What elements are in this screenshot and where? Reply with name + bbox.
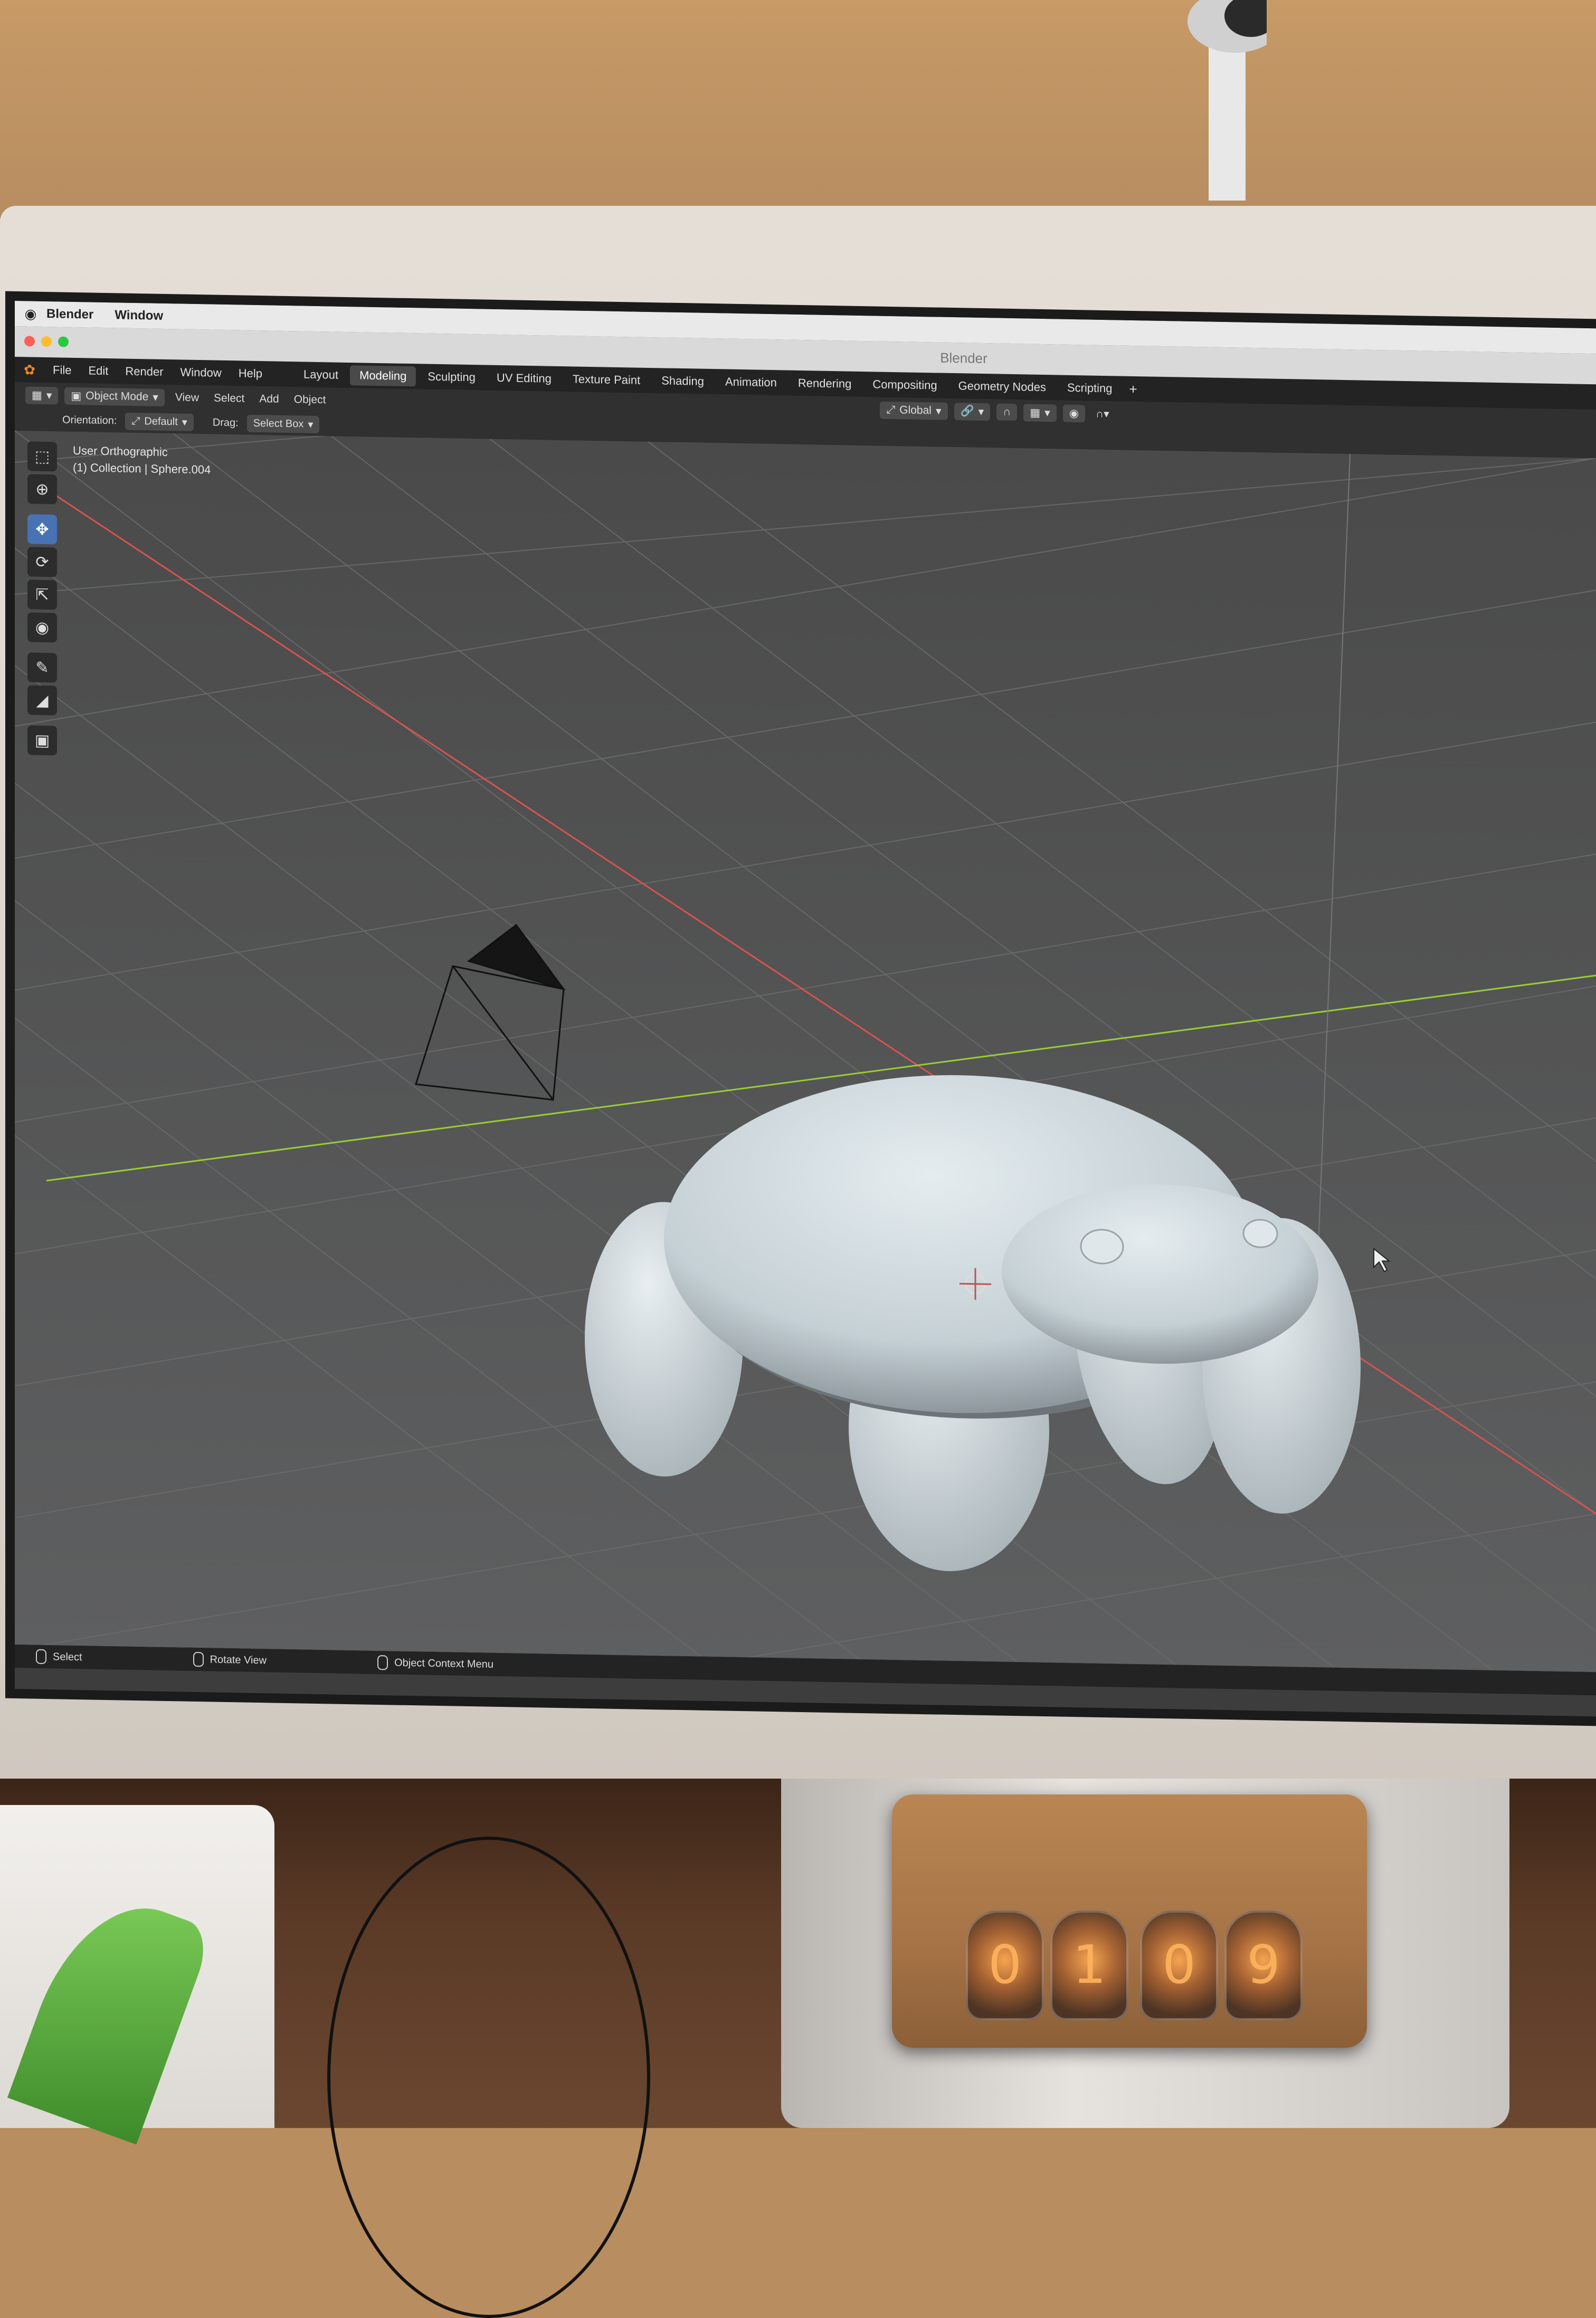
falloff-icon[interactable]: ∩▾ <box>1088 407 1117 421</box>
chevron-down-icon: ▾ <box>182 416 187 429</box>
transform-orientation-dropdown[interactable]: ⤢ Global ▾ <box>880 401 948 420</box>
chevron-down-icon: ▾ <box>153 391 158 404</box>
nixie-tube: 9 <box>1224 1911 1303 2020</box>
menu-view[interactable]: View <box>168 391 206 404</box>
tab-geometry-nodes[interactable]: Geometry Nodes <box>949 376 1056 398</box>
add-cube-tool-icon[interactable]: ▣ <box>27 725 57 756</box>
mouse-left-icon <box>36 1649 46 1665</box>
orientation-axes-icon: ⤢ <box>886 403 896 416</box>
object-mode-icon: ▣ <box>71 390 82 402</box>
link-icon: 🔗 <box>960 405 974 417</box>
tab-shading[interactable]: Shading <box>652 370 714 392</box>
magnet-icon: ∩ <box>1003 405 1011 418</box>
editor-type-icon: ▦ <box>32 389 42 402</box>
tab-rendering[interactable]: Rendering <box>788 373 861 394</box>
select-box-tool-icon[interactable]: ⬚ <box>27 441 57 472</box>
editor-type-dropdown[interactable]: ▦ ▾ <box>25 386 59 404</box>
status-select: Select <box>15 1649 82 1665</box>
webcam <box>1188 0 1267 201</box>
menu-select[interactable]: Select <box>206 392 252 405</box>
pivot-point-dropdown[interactable]: 🔗 ▾ <box>954 402 991 421</box>
drag-dropdown[interactable]: Select Box ▾ <box>246 414 320 433</box>
viewport-info: User Orthographic (1) Collection | Spher… <box>73 442 211 479</box>
chevron-down-icon: ▾ <box>46 389 52 402</box>
mode-label: Object Mode <box>86 390 149 403</box>
chevron-down-icon: ▾ <box>978 405 984 418</box>
drag-value: Select Box <box>253 417 304 430</box>
tab-texture-paint[interactable]: Texture Paint <box>563 369 650 391</box>
orientation-axes-icon: ⤢ <box>131 415 140 427</box>
chevron-down-icon: ▾ <box>1044 406 1050 419</box>
menu-window[interactable]: Window <box>172 365 230 380</box>
viewport-scene <box>15 431 1596 1673</box>
collection-info: (1) Collection | Sphere.004 <box>73 460 211 477</box>
drag-label: Drag: <box>212 416 239 429</box>
orientation-label: Orientation: <box>62 414 117 426</box>
nixie-clock: 0 1 0 9 <box>892 1794 1367 2048</box>
measure-tool-icon[interactable]: ◢ <box>27 685 57 716</box>
tab-uv-editing[interactable]: UV Editing <box>487 368 561 389</box>
mac-menu-app[interactable]: Blender <box>46 307 93 322</box>
snap-target-dropdown[interactable]: ▦ ▾ <box>1023 403 1057 422</box>
proportional-edit-toggle[interactable]: ◉ <box>1062 404 1086 422</box>
menu-object[interactable]: Object <box>287 393 334 407</box>
status-rotate-view: Rotate View <box>172 1651 267 1668</box>
mouse-right-icon <box>377 1655 388 1670</box>
tool-shelf: ⬚ ⊕ ✥ ⟳ ⇱ ◉ ✎ ◢ ▣ <box>27 441 60 758</box>
tab-modeling[interactable]: Modeling <box>350 365 416 387</box>
cursor-tool-icon[interactable]: ⊕ <box>27 474 57 505</box>
annotate-tool-icon[interactable]: ✎ <box>27 652 57 683</box>
status-context-menu: Object Context Menu <box>356 1655 493 1672</box>
tab-animation[interactable]: Animation <box>716 372 786 393</box>
proportional-edit-icon: ◉ <box>1069 407 1079 420</box>
transform-tool-icon[interactable]: ◉ <box>27 612 57 643</box>
chevron-down-icon: ▾ <box>308 419 314 431</box>
chevron-down-icon: ▾ <box>935 404 942 417</box>
scale-tool-icon[interactable]: ⇱ <box>27 580 57 610</box>
view-name: User Orthographic <box>73 443 168 459</box>
menu-edit[interactable]: Edit <box>80 364 117 378</box>
tab-compositing[interactable]: Compositing <box>863 374 946 396</box>
mode-dropdown[interactable]: ▣ Object Mode ▾ <box>64 387 165 406</box>
mac-menu-window[interactable]: Window <box>115 308 163 324</box>
cable <box>327 1837 650 2318</box>
menu-render[interactable]: Render <box>117 364 172 379</box>
transform-orientation-label: Global <box>899 404 932 417</box>
menu-add[interactable]: Add <box>252 393 286 406</box>
tab-sculpting[interactable]: Sculpting <box>418 366 485 387</box>
apple-icon[interactable]: ◉ <box>15 306 46 322</box>
tab-layout[interactable]: Layout <box>294 364 348 385</box>
menu-help[interactable]: Help <box>230 366 271 381</box>
mouse-middle-icon <box>193 1651 204 1667</box>
orientation-dropdown[interactable]: ⤢ Default ▾ <box>125 412 194 431</box>
blender-logo-icon[interactable]: ✿ <box>15 362 44 378</box>
grid-snap-icon: ▦ <box>1030 406 1041 419</box>
orientation-value: Default <box>144 415 178 428</box>
nixie-tube: 0 <box>966 1911 1044 2020</box>
3d-viewport[interactable]: User Orthographic (1) Collection | Spher… <box>15 431 1596 1673</box>
nixie-tube: 1 <box>1050 1911 1128 2020</box>
blender-window: ◉ Blender Window Blender ✿ File Edit Ren… <box>15 301 1596 1717</box>
rotate-tool-icon[interactable]: ⟳ <box>27 547 57 577</box>
move-tool-icon[interactable]: ✥ <box>27 514 57 545</box>
snap-toggle[interactable]: ∩ <box>996 403 1018 421</box>
add-workspace-button[interactable]: + <box>1122 381 1145 397</box>
menu-file[interactable]: File <box>44 363 80 377</box>
nixie-tube: 0 <box>1140 1911 1218 2020</box>
tab-scripting[interactable]: Scripting <box>1058 377 1122 398</box>
